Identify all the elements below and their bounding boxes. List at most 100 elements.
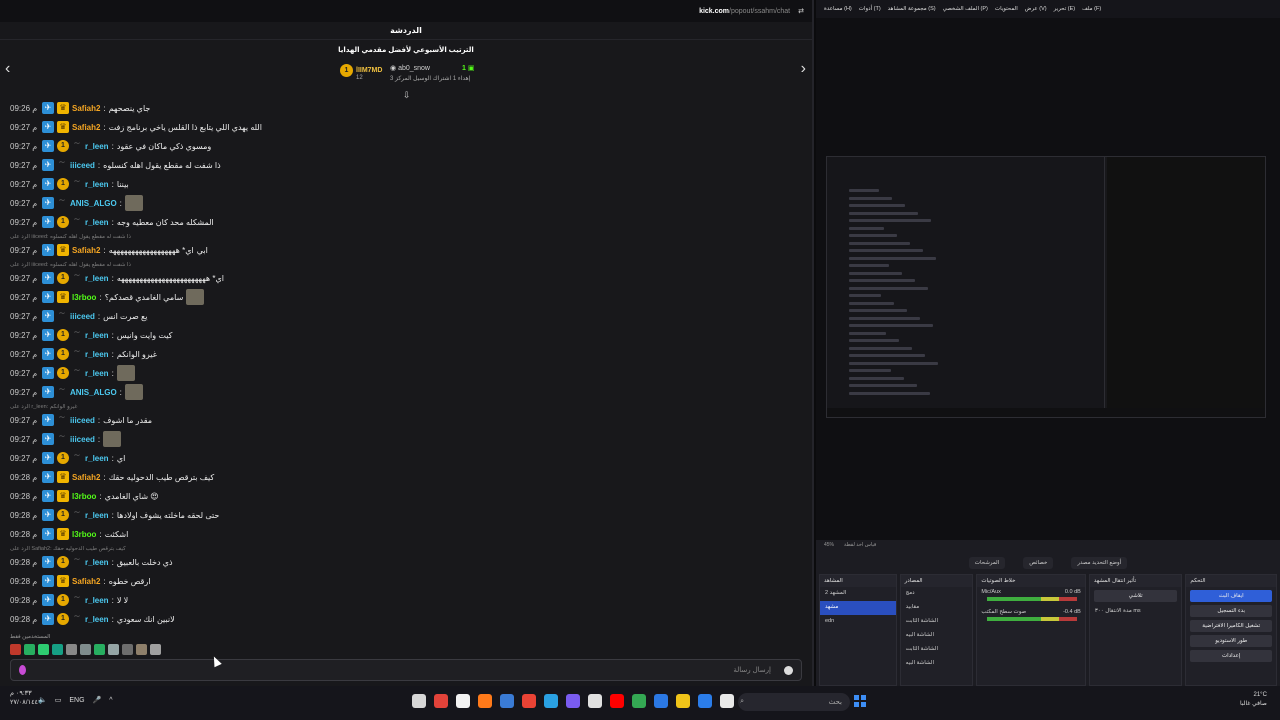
chat-message[interactable]: 09:27 م ✈ 1 ⁓ r_leen: اي* ههههههههههههههههههه… [10, 270, 224, 286]
reply-reference[interactable]: الرد على r_leen: غيرو الوانكم [10, 404, 77, 410]
message-username[interactable]: Safiah2 [72, 473, 100, 482]
start-button[interactable] [854, 695, 866, 707]
message-username[interactable]: r_leen [85, 350, 109, 359]
chat-message[interactable]: 09:27 م ✈ 1 ⁓ r_leen: المشكله محد كان معطيه و… [10, 214, 214, 230]
emote-button[interactable] [24, 644, 35, 655]
message-username[interactable]: ANIS_ALGO [70, 199, 117, 208]
taskbar-app-icon[interactable] [500, 694, 514, 708]
obs-menu-item[interactable]: ملف (F) [1082, 6, 1101, 12]
obs-menu-item[interactable]: تحرير (E) [1054, 6, 1076, 12]
emote-button[interactable] [150, 644, 161, 655]
obs-tab[interactable]: أوضع التحديد مصدر [1071, 557, 1128, 569]
transition-select[interactable]: تلاشي [1093, 590, 1178, 602]
taskbar-app-icon[interactable] [456, 694, 470, 708]
chat-message[interactable]: 09:27 م ✈ ⁓ iiiceed: ذا شفت له مقطع يقول اهل… [10, 157, 221, 173]
source-item[interactable]: مقابيد [901, 601, 973, 615]
obs-preview-area[interactable] [816, 18, 1280, 540]
emote-button[interactable] [80, 644, 91, 655]
taskbar-app-icon[interactable] [522, 694, 536, 708]
emote-button[interactable] [52, 644, 63, 655]
obs-menu-item[interactable]: المحتويات [995, 6, 1018, 12]
emoji-icon[interactable] [784, 666, 793, 675]
taskbar-app-icon[interactable] [544, 694, 558, 708]
emote-row[interactable] [10, 644, 161, 655]
taskbar-app-icon[interactable] [720, 694, 734, 708]
source-item[interactable]: الشاشة البيه [901, 629, 973, 643]
expand-icon[interactable]: ⇩ [403, 90, 411, 101]
obs-menu-item[interactable]: الملف الشخصي (P) [943, 6, 988, 12]
reply-reference[interactable]: الرد على iiiceed: ذا شفت له مقطع يقول اه… [10, 262, 131, 268]
reply-reference[interactable]: الرد على iiiceed: ذا شفت له مقطع يقول اه… [10, 234, 131, 240]
volume-meter[interactable] [987, 617, 1078, 621]
chevron-left-icon[interactable]: ‹ [5, 60, 10, 78]
emote-button[interactable] [66, 644, 77, 655]
message-username[interactable]: l3rboo [72, 530, 96, 539]
lang-indicator[interactable]: ENG [69, 697, 84, 704]
preview-frame[interactable] [826, 156, 1266, 418]
message-username[interactable]: iiiceed [70, 416, 95, 425]
chat-input[interactable]: إرسال رسالة [10, 659, 802, 681]
message-username[interactable]: r_leen [85, 142, 109, 151]
chat-message[interactable]: 09:27 م ✈ ⁓ iiiceed: يع صرت انس [10, 308, 147, 324]
control-button[interactable]: بدء التسجيل [1190, 605, 1272, 617]
taskbar-clock[interactable]: ٠٩:٣٣ م ٢٧/٠٨/١٤٤٦ [10, 689, 42, 707]
chat-message[interactable]: 09:27 م ✈ ⁓ ANIS_ALGO: [10, 384, 143, 400]
chevron-up-icon[interactable]: ^ [109, 697, 112, 704]
chat-message[interactable]: 09:27 م ✈ 1 ⁓ r_leen: غيرو الوانكم [10, 346, 157, 362]
chat-message[interactable]: 09:27 م ✈ ♛ Safiah2: الله يهدي اللي يتابع ذا… [10, 119, 262, 135]
weather-widget[interactable]: 21°C صافي غالبا [1240, 691, 1267, 709]
chat-message[interactable]: 09:27 م ✈ ♛ Safiah2: اي* ههههههههههههههههههه… [10, 242, 208, 258]
chat-message[interactable]: 09:28 م ✈ ♛ l3rboo: اشكثت [10, 526, 128, 542]
message-username[interactable]: iiiceed [70, 161, 95, 170]
taskbar-app-icon[interactable] [632, 694, 646, 708]
control-button[interactable]: إعدادات [1190, 650, 1272, 662]
obs-menu-item[interactable]: مجموعة المشاهد (S) [888, 6, 936, 12]
taskbar-app-icon[interactable] [610, 694, 624, 708]
control-button[interactable]: ايقاف البث [1190, 590, 1272, 602]
settings-icon[interactable]: ⇄ [798, 7, 804, 15]
taskbar-search[interactable]: بحث ⌕ [738, 693, 850, 711]
message-username[interactable]: r_leen [85, 511, 109, 520]
chat-message[interactable]: 09:27 م ✈ 1 ⁓ r_leen: كيت وايت وانيس [10, 327, 172, 343]
emote-button[interactable] [38, 644, 49, 655]
chat-message[interactable]: 09:28 م ✈ ♛ l3rboo: شاي الغامدي 😍 [10, 488, 159, 504]
mixer-channel[interactable]: Mic/Aux 0.0 dB [977, 587, 1085, 607]
taskbar-app-icon[interactable] [434, 694, 448, 708]
message-username[interactable]: iiiceed [70, 435, 95, 444]
chat-message[interactable]: 09:27 م ✈ ⁓ iiiceed: [10, 431, 122, 447]
emote-button[interactable] [94, 644, 105, 655]
message-username[interactable]: r_leen [85, 454, 109, 463]
obs-tab[interactable]: المرشحات [968, 557, 1006, 569]
reply-reference[interactable]: الرد على Safiah2: كيف بترقص طيب الدحوليه… [10, 546, 126, 552]
scene-item[interactable]: المشهد 2 [820, 587, 896, 601]
chat-message[interactable]: 09:27 م ✈ 1 ⁓ r_leen: [10, 365, 135, 381]
taskbar-app-icon[interactable] [478, 694, 492, 708]
control-button[interactable]: تشغيل الكاميرا الافتراضية [1190, 620, 1272, 632]
chat-message[interactable]: 09:28 م ✈ 1 ⁓ r_leen: لا لا [10, 592, 128, 608]
message-username[interactable]: iiiceed [70, 312, 95, 321]
chevron-right-icon[interactable]: › [801, 60, 806, 78]
chat-message[interactable]: 09:28 م ✈ 1 ⁓ r_leen: لانبين انك سعودي [10, 611, 175, 627]
message-username[interactable]: r_leen [85, 180, 109, 189]
url-bar[interactable]: kick.com/popout/ssahm/chat ⇄ [0, 0, 812, 22]
obs-menu-item[interactable]: أدوات (T) [859, 6, 881, 12]
taskbar-app-icon[interactable] [412, 694, 426, 708]
chat-message[interactable]: 09:26 م ✈ ♛ Safiah2: جاي ينصحهم [10, 100, 150, 116]
scene-item[interactable]: مشهد [820, 601, 896, 615]
message-username[interactable]: r_leen [85, 331, 109, 340]
monitor-icon[interactable]: ▭ [55, 696, 62, 704]
message-username[interactable]: r_leen [85, 274, 109, 283]
message-username[interactable]: Safiah2 [72, 104, 100, 113]
obs-tab[interactable]: خصائص [1023, 557, 1054, 569]
emote-button[interactable] [136, 644, 147, 655]
chat-message[interactable]: 09:27 م ✈ ♛ l3rboo: سامي الغامدي قصدكم؟ [10, 289, 205, 305]
message-username[interactable]: l3rboo [72, 492, 96, 501]
mic-icon[interactable] [19, 665, 26, 675]
obs-menu-item[interactable]: عرض (V) [1025, 6, 1047, 12]
source-item[interactable]: الشاشة البيه [901, 657, 973, 671]
message-username[interactable]: r_leen [85, 369, 109, 378]
chat-message[interactable]: 09:28 م ✈ 1 ⁓ r_leen: حتى لحقه ماخلته يشوف او… [10, 507, 219, 523]
source-item[interactable]: دمج [901, 587, 973, 601]
chat-message[interactable]: 09:27 م ✈ 1 ⁓ r_leen: اي [10, 450, 125, 466]
volume-icon[interactable]: 🔈 [38, 696, 47, 704]
